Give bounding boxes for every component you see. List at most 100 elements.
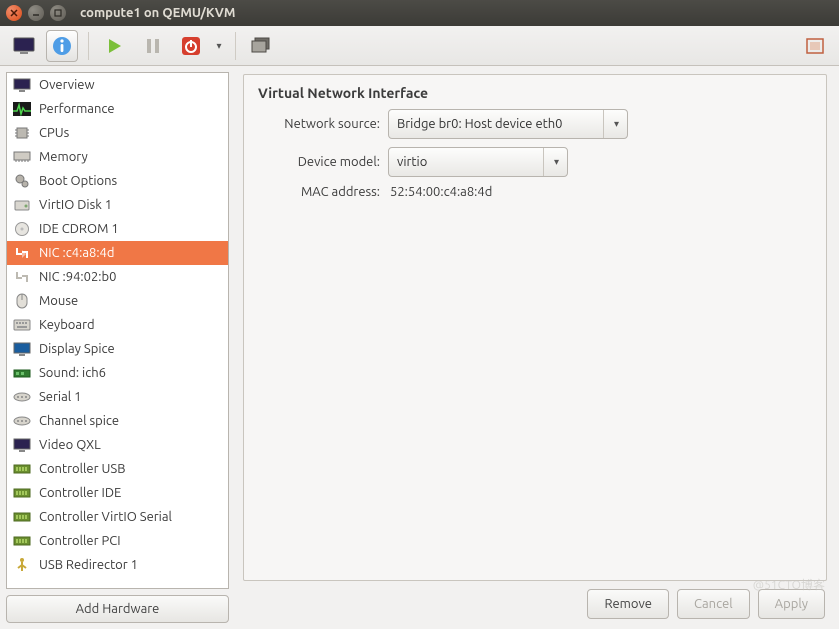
chevron-down-icon: ▾ xyxy=(603,110,619,138)
sidebar-item-nic-2[interactable]: NIC :94:02:b0 xyxy=(7,265,228,289)
snapshots-icon xyxy=(251,37,273,55)
apply-button[interactable]: Apply xyxy=(758,589,825,619)
snapshots-button[interactable] xyxy=(246,30,278,62)
sidebar-item-boot-options[interactable]: Boot Options xyxy=(7,169,228,193)
power-icon xyxy=(181,36,201,56)
sidebar-item-label: Sound: ich6 xyxy=(39,366,106,380)
sidebar-item-label: Boot Options xyxy=(39,174,117,188)
chevron-down-icon: ▾ xyxy=(543,148,559,176)
pause-button[interactable] xyxy=(137,30,169,62)
detail-title: Virtual Network Interface xyxy=(258,85,812,101)
pulse-icon xyxy=(13,101,31,117)
sidebar-item-memory[interactable]: Memory xyxy=(7,145,228,169)
sidebar-item-ide-cdrom[interactable]: IDE CDROM 1 xyxy=(7,217,228,241)
sidebar-item-usb-redirector[interactable]: USB Redirector 1 xyxy=(7,553,228,577)
sidebar-item-label: NIC :94:02:b0 xyxy=(39,270,116,284)
monitor-icon xyxy=(13,77,31,93)
shutdown-button[interactable] xyxy=(175,30,207,62)
sidebar-item-serial[interactable]: Serial 1 xyxy=(7,385,228,409)
sidebar-item-label: VirtIO Disk 1 xyxy=(39,198,112,212)
monitor-icon xyxy=(13,37,35,55)
row-mac: MAC address: 52:54:00:c4:a8:4d xyxy=(258,185,812,199)
detail-body: Virtual Network Interface Network source… xyxy=(243,74,827,581)
sidebar-item-label: NIC :c4:a8:4d xyxy=(39,246,114,260)
sidebar-item-display[interactable]: Display Spice xyxy=(7,337,228,361)
nic-icon xyxy=(13,245,31,261)
sidebar-item-ctrl-ide[interactable]: Controller IDE xyxy=(7,481,228,505)
sidebar-item-overview[interactable]: Overview xyxy=(7,73,228,97)
detail-pane: Virtual Network Interface Network source… xyxy=(235,66,839,629)
network-source-select[interactable]: Bridge br0: Host device eth0 ▾ xyxy=(388,109,628,139)
detail-footer: Remove Cancel Apply xyxy=(243,581,827,621)
window-close-button[interactable] xyxy=(6,5,22,21)
sidebar-item-label: Controller PCI xyxy=(39,534,121,548)
sidebar-item-label: USB Redirector 1 xyxy=(39,558,138,572)
sidebar-item-ctrl-pci[interactable]: Controller PCI xyxy=(7,529,228,553)
network-source-label: Network source: xyxy=(258,117,388,131)
watermark: @51CTO博客 xyxy=(753,576,825,593)
sidebar-item-label: IDE CDROM 1 xyxy=(39,222,119,236)
mac-value: 52:54:00:c4:a8:4d xyxy=(388,185,492,199)
sidebar-item-label: Memory xyxy=(39,150,88,164)
sidebar-item-channel[interactable]: Channel spice xyxy=(7,409,228,433)
sidebar-item-label: Video QXL xyxy=(39,438,101,452)
play-icon xyxy=(107,38,123,54)
device-model-select[interactable]: virtio ▾ xyxy=(388,147,568,177)
controller-icon xyxy=(13,461,31,477)
device-model-label: Device model: xyxy=(258,155,388,169)
fullscreen-button[interactable] xyxy=(799,30,831,62)
window-minimize-button[interactable] xyxy=(28,5,44,21)
window-title: compute1 on QEMU/KVM xyxy=(80,6,235,20)
serial-icon xyxy=(13,389,31,405)
serial-icon xyxy=(13,413,31,429)
details-button[interactable] xyxy=(46,30,78,62)
sidebar-item-label: Controller IDE xyxy=(39,486,121,500)
sidebar-item-cpus[interactable]: CPUs xyxy=(7,121,228,145)
hardware-list[interactable]: Overview Performance CPUs Memory Boot Op… xyxy=(6,72,229,589)
sidebar-item-performance[interactable]: Performance xyxy=(7,97,228,121)
console-button[interactable] xyxy=(8,30,40,62)
pause-icon xyxy=(146,38,160,54)
fullscreen-icon xyxy=(806,38,824,54)
close-icon xyxy=(10,9,18,17)
sidebar-item-nic-1[interactable]: NIC :c4:a8:4d xyxy=(7,241,228,265)
minimize-icon xyxy=(32,9,40,17)
video-icon xyxy=(13,437,31,453)
cpu-icon xyxy=(13,125,31,141)
sidebar-item-video[interactable]: Video QXL xyxy=(7,433,228,457)
sidebar-item-keyboard[interactable]: Keyboard xyxy=(7,313,228,337)
sidebar-item-label: Channel spice xyxy=(39,414,119,428)
controller-icon xyxy=(13,533,31,549)
remove-button[interactable]: Remove xyxy=(587,589,669,619)
sidebar-item-label: Keyboard xyxy=(39,318,95,332)
sidebar-item-ctrl-virtio-serial[interactable]: Controller VirtIO Serial xyxy=(7,505,228,529)
keyboard-icon xyxy=(13,317,31,333)
mac-label: MAC address: xyxy=(258,185,388,199)
sidebar-item-sound[interactable]: Sound: ich6 xyxy=(7,361,228,385)
controller-icon xyxy=(13,485,31,501)
window-maximize-button[interactable] xyxy=(50,5,66,21)
separator xyxy=(235,32,236,60)
sidebar-item-label: Controller USB xyxy=(39,462,125,476)
cdrom-icon xyxy=(13,221,31,237)
shutdown-menu-arrow[interactable]: ▾ xyxy=(213,40,225,52)
main-area: Overview Performance CPUs Memory Boot Op… xyxy=(0,66,839,629)
display-icon xyxy=(13,341,31,357)
memory-icon xyxy=(13,149,31,165)
sidebar-item-ctrl-usb[interactable]: Controller USB xyxy=(7,457,228,481)
add-hardware-button[interactable]: Add Hardware xyxy=(6,595,229,623)
info-icon xyxy=(51,35,73,57)
row-device-model: Device model: virtio ▾ xyxy=(258,147,812,177)
run-button[interactable] xyxy=(99,30,131,62)
sidebar-item-virtio-disk[interactable]: VirtIO Disk 1 xyxy=(7,193,228,217)
sidebar-item-mouse[interactable]: Mouse xyxy=(7,289,228,313)
sidebar-item-label: Overview xyxy=(39,78,95,92)
device-model-value: virtio xyxy=(397,155,427,169)
title-bar: compute1 on QEMU/KVM xyxy=(0,0,839,26)
disk-icon xyxy=(13,197,31,213)
sidebar-item-label: Controller VirtIO Serial xyxy=(39,510,172,524)
sound-icon xyxy=(13,365,31,381)
sidebar-item-label: CPUs xyxy=(39,126,69,140)
sidebar-item-label: Display Spice xyxy=(39,342,115,356)
cancel-button[interactable]: Cancel xyxy=(677,589,750,619)
